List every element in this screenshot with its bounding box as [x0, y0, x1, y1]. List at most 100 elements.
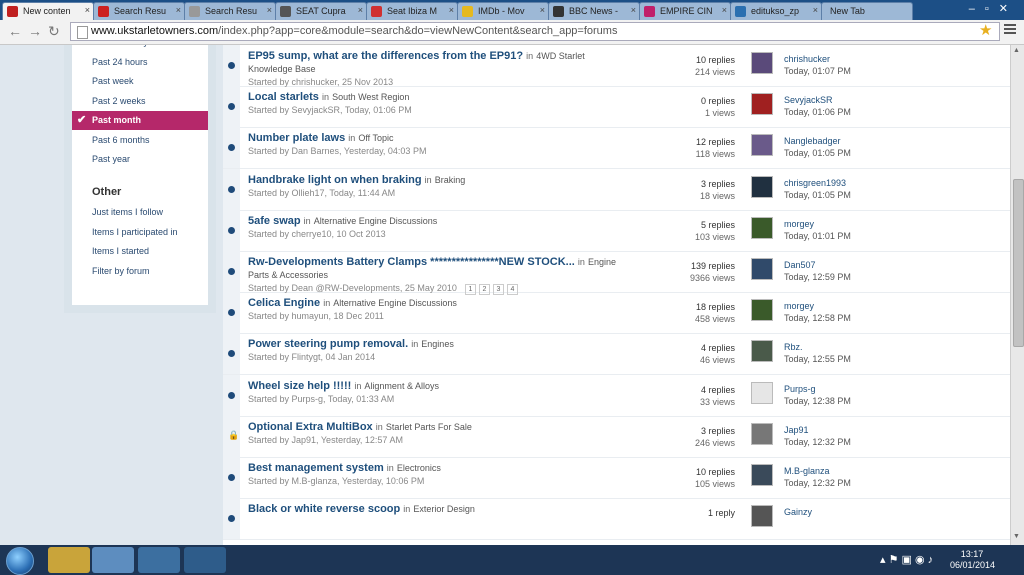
sidebar-filter-3[interactable]: Past 2 weeks	[72, 92, 208, 111]
forum-link[interactable]: Exterior Design	[413, 504, 475, 514]
scroll-down-arrow-icon[interactable]: ▼	[1013, 533, 1020, 540]
last-poster-link[interactable]: Dan507	[784, 259, 851, 271]
browser-tab-7[interactable]: BBC News - ×	[548, 2, 640, 20]
last-post-time[interactable]: Today, 12:38 PM	[784, 395, 851, 407]
forum-link[interactable]: Engine	[588, 257, 616, 267]
tab-close-icon[interactable]: ×	[267, 5, 272, 15]
sidebar-filter-1[interactable]: Past 24 hours	[72, 53, 208, 72]
last-post-time[interactable]: Today, 12:58 PM	[784, 312, 851, 324]
unread-dot-icon[interactable]	[228, 268, 235, 275]
tab-close-icon[interactable]: ×	[176, 5, 181, 15]
last-post-time[interactable]: Today, 01:05 PM	[784, 189, 851, 201]
tab-close-icon[interactable]: ×	[722, 5, 727, 15]
browser-tab-1[interactable]: New conten ×	[2, 2, 94, 20]
last-poster-link[interactable]: Gainzy	[784, 506, 812, 518]
forum-link[interactable]: Alignment & Alloys	[364, 381, 439, 391]
tab-close-icon[interactable]: ×	[358, 5, 363, 15]
sidebar-other-3[interactable]: Filter by forum	[72, 262, 208, 281]
topic-title-link[interactable]: Best management system	[248, 462, 384, 474]
last-post-time[interactable]: Today, 12:32 PM	[784, 477, 851, 489]
sidebar-other-0[interactable]: Just items I follow	[72, 203, 208, 222]
browser-tab-10[interactable]: New Tab	[821, 2, 913, 20]
last-post-time[interactable]: Today, 12:59 PM	[784, 271, 851, 283]
sidebar-other-2[interactable]: Items I started	[72, 242, 208, 261]
topic-title-link[interactable]: Power steering pump removal.	[248, 338, 408, 350]
tab-close-icon[interactable]: ×	[449, 5, 454, 15]
avatar[interactable]	[751, 422, 773, 445]
forum-link[interactable]: Alternative Engine Discussions	[333, 298, 457, 308]
forum-link[interactable]: Starlet Parts For Sale	[386, 422, 472, 432]
scrollbar-thumb[interactable]	[1013, 179, 1024, 347]
sidebar-filter-4[interactable]: ✔ Past month	[72, 111, 208, 130]
sidebar-filter-5[interactable]: Past 6 months	[72, 131, 208, 150]
avatar[interactable]	[751, 52, 773, 74]
last-post-time[interactable]: Today, 12:55 PM	[784, 353, 851, 365]
forum-link-continued[interactable]: Parts & Accessories	[248, 270, 328, 280]
scroll-up-arrow-icon[interactable]: ▲	[1013, 47, 1020, 54]
avatar[interactable]	[751, 464, 773, 486]
avatar[interactable]	[751, 340, 773, 363]
menu-icon[interactable]	[1004, 24, 1016, 36]
avatar[interactable]	[751, 299, 773, 322]
window-controls[interactable]: –▫✕	[969, 2, 1018, 15]
browser-tab-8[interactable]: EMPIRE CIN ×	[639, 2, 731, 20]
forum-link[interactable]: Alternative Engine Discussions	[314, 216, 438, 226]
last-poster-link[interactable]: chrisgreen1993	[784, 177, 851, 189]
forum-link[interactable]: Engines	[421, 339, 454, 349]
avatar[interactable]	[751, 505, 773, 528]
sidebar-other-1[interactable]: Items I participated in	[72, 223, 208, 242]
topic-title-link[interactable]: Local starlets	[248, 91, 319, 103]
avatar[interactable]	[751, 381, 773, 404]
vertical-scrollbar[interactable]: ▲ ▼	[1010, 45, 1024, 545]
last-poster-link[interactable]: Jap91	[784, 424, 851, 436]
topic-title-link[interactable]: EP95 sump, what are the differences from…	[248, 50, 523, 62]
last-poster-link[interactable]: M.B-glanza	[784, 465, 851, 477]
forum-link-continued[interactable]: Knowledge Base	[248, 64, 316, 74]
last-poster-link[interactable]: chrishucker	[784, 53, 851, 65]
reload-icon[interactable]: ↻	[48, 23, 60, 40]
topic-title-link[interactable]: 5afe swap	[248, 215, 301, 227]
sidebar-filter-6[interactable]: Past year	[72, 150, 208, 169]
tab-close-icon[interactable]: ×	[631, 5, 636, 15]
topic-title-link[interactable]: Wheel size help !!!!!	[248, 380, 351, 392]
forward-arrow-icon[interactable]: →	[28, 23, 42, 39]
avatar[interactable]	[751, 93, 773, 116]
last-poster-link[interactable]: morgey	[784, 218, 851, 230]
globe-taskbar-icon[interactable]	[184, 547, 226, 573]
topic-title-link[interactable]: Celica Engine	[248, 297, 320, 309]
forum-link[interactable]: 4WD Starlet	[536, 51, 585, 61]
forum-link[interactable]: Off Topic	[358, 133, 393, 143]
last-post-time[interactable]: Today, 01:05 PM	[784, 147, 851, 159]
last-poster-link[interactable]: Purps-g	[784, 383, 851, 395]
file-explorer-taskbar-icon[interactable]	[48, 547, 90, 573]
browser-tab-6[interactable]: IMDb - Mov ×	[457, 2, 549, 20]
start-button[interactable]	[6, 547, 34, 575]
sidebar-filter-0[interactable]: New since my last visit	[72, 45, 208, 52]
back-arrow-icon[interactable]: ←	[8, 23, 22, 39]
tab-close-icon[interactable]: ×	[813, 5, 818, 15]
topic-title-link[interactable]: Number plate laws	[248, 132, 345, 144]
clock[interactable]: 13:17 06/01/2014	[950, 549, 995, 571]
browser-tab-3[interactable]: Search Resu ×	[184, 2, 276, 20]
system-tray[interactable]: ▴ ⚑ ▣ ◉ ♪	[880, 553, 933, 566]
topic-title-link[interactable]: Optional Extra MultiBox	[248, 421, 373, 433]
tab-close-icon[interactable]: ×	[85, 5, 90, 15]
forum-link[interactable]: Braking	[435, 175, 466, 185]
last-post-time[interactable]: Today, 01:07 PM	[784, 65, 851, 77]
avatar[interactable]	[751, 258, 773, 280]
browser-tab-5[interactable]: Seat Ibiza M ×	[366, 2, 458, 20]
tab-close-icon[interactable]: ×	[540, 5, 545, 15]
last-post-time[interactable]: Today, 01:06 PM	[784, 106, 851, 118]
topic-title-link[interactable]: Black or white reverse scoop	[248, 503, 400, 515]
browser-tab-4[interactable]: SEAT Cupra ×	[275, 2, 367, 20]
topic-title-link[interactable]: Rw-Developments Battery Clamps *********…	[248, 256, 575, 268]
chrome-taskbar-icon[interactable]	[92, 547, 134, 573]
unread-dot-icon[interactable]	[228, 474, 235, 481]
forum-link[interactable]: Electronics	[397, 463, 441, 473]
avatar[interactable]	[751, 175, 773, 198]
unread-dot-icon[interactable]	[228, 226, 235, 234]
last-poster-link[interactable]: morgey	[784, 300, 851, 312]
last-post-time[interactable]: Today, 12:32 PM	[784, 436, 851, 448]
bookmark-star-icon[interactable]: ★	[979, 21, 992, 39]
last-post-time[interactable]: Today, 01:01 PM	[784, 230, 851, 242]
